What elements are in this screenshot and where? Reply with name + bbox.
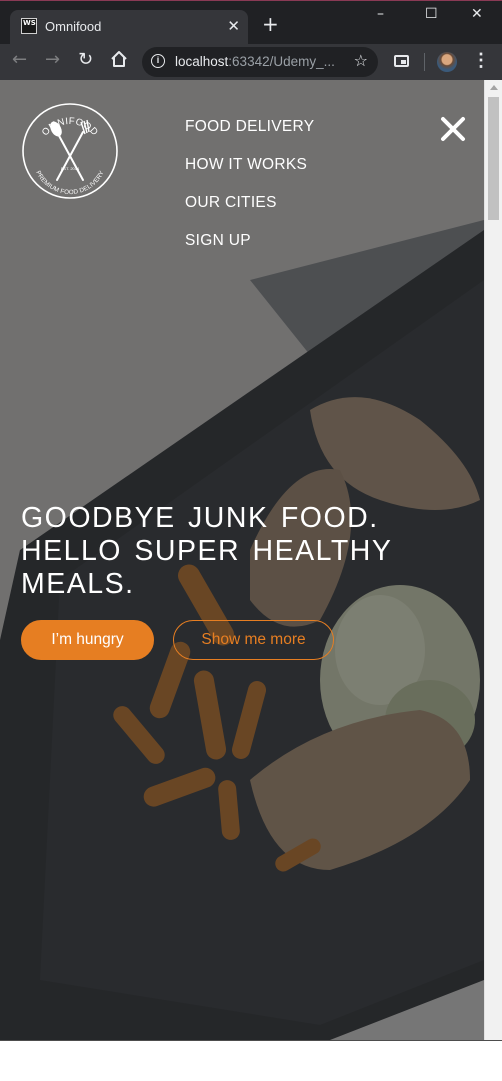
page-scrollbar[interactable] [484, 80, 502, 1040]
hero-heading-line: HELLO SUPER HEALTHY [21, 535, 393, 567]
logo-brand-text: OMNIFOOD [40, 116, 100, 138]
tab-title: Omnifood [45, 19, 102, 34]
page-viewport: OMNIFOOD PREMIUM FOOD DELIVERY EST. 2014… [0, 80, 484, 1040]
svg-text:PREMIUM FOOD DELIVERY: PREMIUM FOOD DELIVERY [34, 170, 105, 196]
minimize-icon[interactable]: – [377, 6, 384, 22]
menu-dots-icon[interactable]: ⋮ [472, 50, 490, 70]
nav-link-our-cities[interactable]: OUR CITIES [185, 194, 277, 211]
new-tab-icon[interactable]: + [262, 14, 279, 34]
forward-icon[interactable]: → [45, 50, 60, 70]
browser-tab-strip: WS Omnifood ✕ + – ☐ ✕ [0, 0, 502, 45]
home-icon[interactable] [110, 50, 128, 73]
close-menu-icon[interactable] [440, 116, 466, 142]
bookmark-star-icon[interactable]: ☆ [354, 51, 368, 70]
scrollbar-thumb[interactable] [488, 97, 499, 220]
webstorm-icon: WS [21, 18, 37, 34]
info-icon[interactable]: i [151, 54, 165, 68]
window-bottom-area [0, 1040, 502, 1081]
svg-text:OMNIFOOD: OMNIFOOD [40, 116, 100, 138]
logo-est-text: EST. 2014 [61, 166, 80, 171]
reload-icon[interactable]: ↻ [78, 50, 93, 70]
im-hungry-button[interactable]: I’m hungry [21, 620, 154, 660]
maximize-icon[interactable]: ☐ [425, 6, 438, 22]
browser-tab[interactable]: WS Omnifood ✕ [10, 10, 248, 45]
toolbar-divider [424, 53, 425, 71]
hero-heading-line: MEALS. [21, 568, 135, 600]
picture-in-picture-icon[interactable] [394, 55, 409, 67]
scroll-up-arrow-icon[interactable] [490, 85, 498, 90]
close-window-icon[interactable]: ✕ [471, 6, 483, 22]
hero-heading-line: GOODBYE JUNK FOOD. [21, 502, 379, 534]
browser-toolbar: ← → ↻ i localhost:63342/Udemy_... ☆ ⋮ [0, 44, 502, 80]
address-bar[interactable]: i localhost:63342/Udemy_... ☆ [142, 47, 378, 77]
nav-link-sign-up[interactable]: SIGN UP [185, 232, 251, 249]
nav-link-how-it-works[interactable]: HOW IT WORKS [185, 156, 307, 173]
nav-link-food-delivery[interactable]: FOOD DELIVERY [185, 118, 314, 135]
back-icon[interactable]: ← [12, 50, 27, 70]
logo-tagline-text: PREMIUM FOOD DELIVERY [34, 170, 105, 196]
show-me-more-button[interactable]: Show me more [173, 620, 334, 660]
profile-avatar[interactable] [437, 52, 457, 72]
hero-heading: GOODBYE JUNK FOOD. HELLO SUPER HEALTHY M… [21, 502, 401, 601]
omnifood-logo[interactable]: OMNIFOOD PREMIUM FOOD DELIVERY EST. 2014 [21, 102, 119, 200]
main-nav: FOOD DELIVERY HOW IT WORKS OUR CITIES SI… [185, 118, 314, 270]
url-text: localhost:63342/Udemy_... [175, 54, 335, 69]
close-tab-icon[interactable]: ✕ [227, 17, 240, 35]
